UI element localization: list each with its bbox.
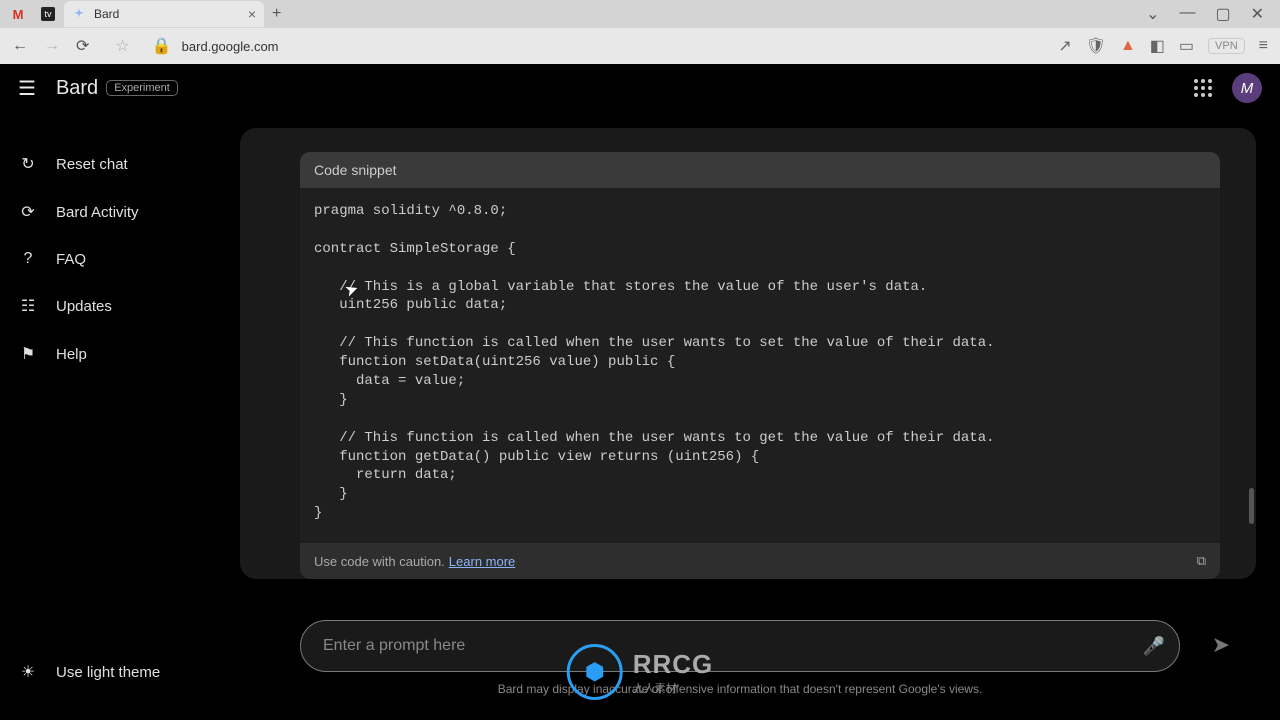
lock-icon: 🔒 <box>152 36 172 56</box>
window-controls: ⌄ — ▢ ✕ <box>1146 4 1276 24</box>
close-tab-icon[interactable]: × <box>248 6 256 22</box>
code-header: Code snippet <box>300 152 1220 188</box>
prompt-area: 🎤 ➤ Bard may display inaccurate or offen… <box>300 620 1180 696</box>
experiment-badge: Experiment <box>106 80 178 96</box>
tab-strip: M tv Bard × + ⌄ — ▢ ✕ <box>0 0 1280 28</box>
sidebar-item-label: Reset chat <box>56 156 128 173</box>
reload-button[interactable]: ⟳ <box>76 36 89 56</box>
code-body: pragma solidity ^0.8.0; contract SimpleS… <box>300 188 1220 543</box>
copy-icon[interactable]: ⧉ <box>1197 553 1206 569</box>
faq-icon: ? <box>18 250 38 268</box>
brave-icon[interactable]: ▲ <box>1120 37 1136 55</box>
share-icon[interactable]: ↗ <box>1058 36 1071 56</box>
pinned-tab-2[interactable]: tv <box>34 3 62 25</box>
forward-button[interactable]: → <box>44 37 60 55</box>
vpn-pill[interactable]: VPN <box>1208 38 1245 54</box>
apps-grid-icon[interactable] <box>1194 79 1212 97</box>
pinned-tab-gmail[interactable]: M <box>4 3 32 25</box>
theme-label: Use light theme <box>56 664 160 681</box>
menu-icon[interactable]: ≡ <box>1259 37 1268 55</box>
conversation-panel: Code snippet pragma solidity ^0.8.0; con… <box>240 128 1256 579</box>
sidebar-item-help[interactable]: ⚑ Help <box>0 330 240 378</box>
caution-text: Use code with caution. <box>314 554 445 569</box>
chevron-down-icon[interactable]: ⌄ <box>1146 4 1159 24</box>
learn-more-link[interactable]: Learn more <box>449 554 515 569</box>
reset-icon: ↻ <box>18 154 38 174</box>
wallet-icon[interactable]: ▭ <box>1179 36 1194 56</box>
shield-icon[interactable]: 🛡 <box>1086 36 1106 56</box>
sidebar-item-updates[interactable]: ☷ Updates <box>0 282 240 330</box>
help-icon: ⚑ <box>18 344 38 364</box>
maximize-icon[interactable]: ▢ <box>1215 4 1230 24</box>
hamburger-icon[interactable]: ☰ <box>18 76 36 101</box>
sidebar: ↻ Reset chat ⟳ Bard Activity ? FAQ ☷ Upd… <box>0 112 240 720</box>
close-window-icon[interactable]: ✕ <box>1251 4 1264 24</box>
sidebar-item-reset-chat[interactable]: ↻ Reset chat <box>0 140 240 188</box>
new-tab-button[interactable]: + <box>264 5 289 23</box>
code-snippet: Code snippet pragma solidity ^0.8.0; con… <box>300 152 1220 579</box>
code-footer: Use code with caution. Learn more ⧉ <box>300 543 1220 579</box>
disclaimer-text: Bard may display inaccurate or offensive… <box>300 682 1180 696</box>
sidebar-item-label: Bard Activity <box>56 204 139 221</box>
browser-chrome: M tv Bard × + ⌄ — ▢ ✕ ← → ⟳ ☆ 🔒 bard.goo… <box>0 0 1280 64</box>
back-button[interactable]: ← <box>12 37 28 55</box>
theme-toggle[interactable]: ☀ Use light theme <box>0 648 240 696</box>
address-bar[interactable]: ☆ 🔒 bard.google.com <box>105 36 1042 56</box>
active-tab[interactable]: Bard × <box>64 1 264 27</box>
sidebar-item-label: FAQ <box>56 251 86 268</box>
sidebar-item-label: Help <box>56 346 87 363</box>
avatar[interactable]: M <box>1232 73 1262 103</box>
send-icon[interactable]: ➤ <box>1212 632 1230 658</box>
bookmark-icon[interactable]: ☆ <box>115 36 129 56</box>
mic-icon[interactable]: 🎤 <box>1143 636 1165 657</box>
updates-icon: ☷ <box>18 296 38 316</box>
sidebar-icon[interactable]: ◧ <box>1150 36 1165 56</box>
app-header: ☰ Bard Experiment M <box>0 64 1280 112</box>
address-text: bard.google.com <box>182 39 279 54</box>
brand-name: Bard <box>56 77 98 100</box>
nav-bar: ← → ⟳ ☆ 🔒 bard.google.com ↗ 🛡 ▲ ◧ ▭ VPN … <box>0 28 1280 64</box>
activity-icon: ⟳ <box>18 202 38 222</box>
minimize-icon[interactable]: — <box>1179 4 1195 24</box>
sidebar-item-faq[interactable]: ? FAQ <box>0 236 240 282</box>
bard-favicon-icon <box>72 7 86 21</box>
tab-title: Bard <box>94 7 119 21</box>
sun-icon: ☀ <box>18 662 38 682</box>
prompt-input-wrap: 🎤 <box>300 620 1180 672</box>
scrollbar-thumb[interactable] <box>1249 488 1254 524</box>
sidebar-item-label: Updates <box>56 298 112 315</box>
sidebar-item-activity[interactable]: ⟳ Bard Activity <box>0 188 240 236</box>
prompt-input[interactable] <box>323 637 1143 655</box>
